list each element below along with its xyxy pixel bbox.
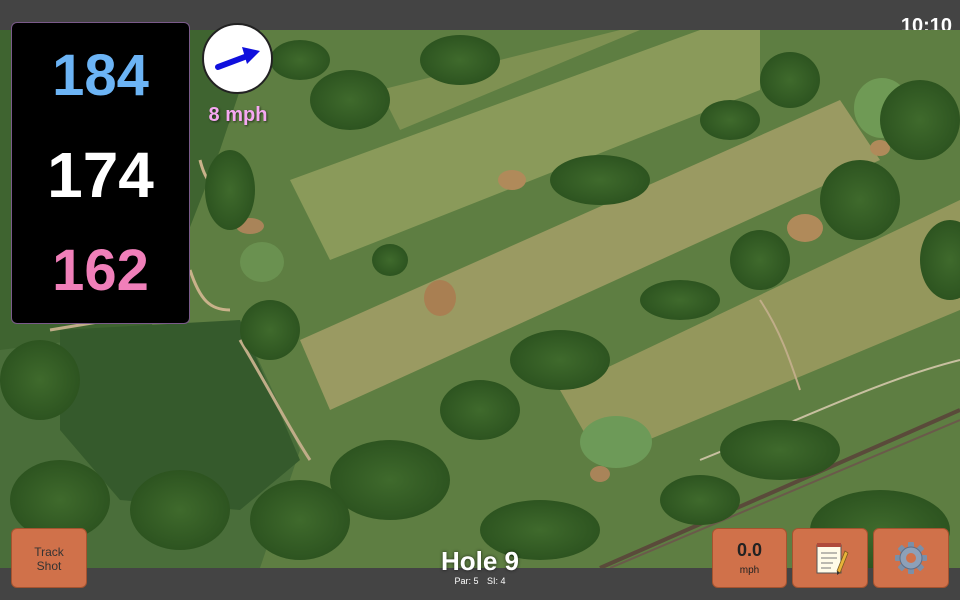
track-shot-button[interactable]: Track Shot (11, 528, 87, 588)
par-label: Par: 5 (454, 576, 479, 586)
notepad-icon (816, 543, 849, 575)
hole-title: Hole 9 (440, 546, 520, 576)
hole-info: Hole 9 Par: 5 SI: 4 (380, 548, 580, 586)
speed-value: 0.0 (736, 540, 763, 560)
hole-details: Par: 5 SI: 4 (380, 576, 580, 586)
track-shot-label-line2: Shot (36, 559, 62, 573)
wind-speed-label: 8 mph (208, 104, 268, 126)
scorecard-button[interactable] (792, 528, 868, 588)
speed-unit: mph (739, 565, 760, 576)
center-distance: 174 (47, 139, 154, 211)
wind-arrow-icon (215, 47, 260, 70)
track-shot-label-line1: Track (34, 545, 64, 559)
settings-button[interactable] (873, 528, 949, 588)
front-distance: 162 (52, 238, 149, 303)
yardage-panel: 184 174 162 (11, 22, 190, 324)
stroke-index-label: SI: 4 (487, 576, 506, 586)
back-distance: 184 (52, 43, 149, 108)
gear-icon (895, 542, 927, 574)
wind-direction-indicator (202, 23, 273, 94)
speed-button[interactable]: 0.0 mph (712, 528, 787, 588)
